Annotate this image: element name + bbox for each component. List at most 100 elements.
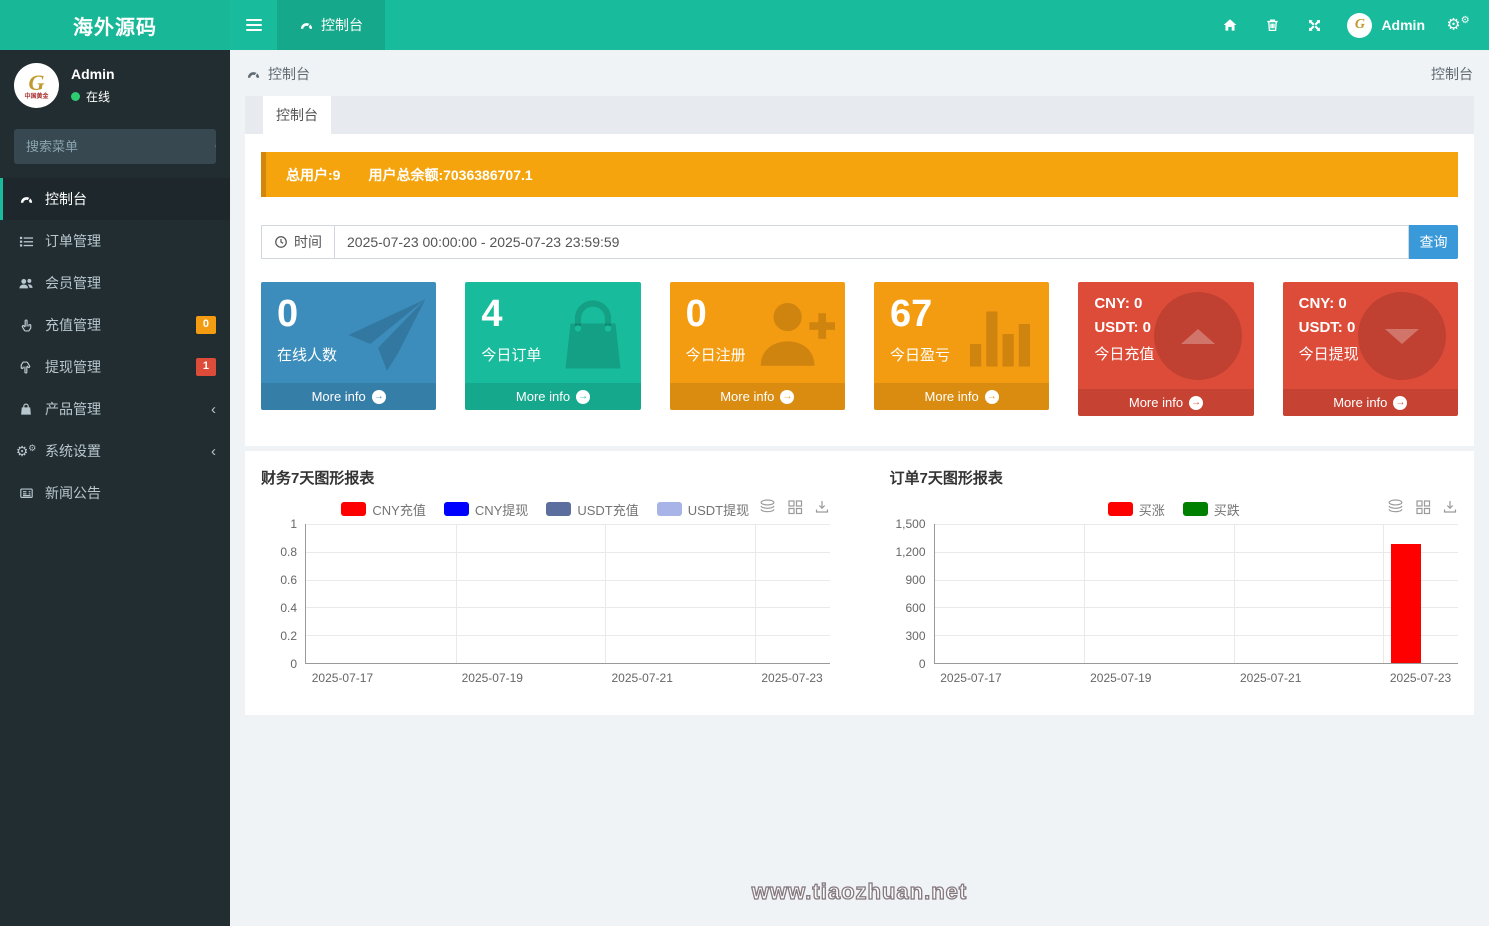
time-filter: 时间 2025-07-23 00:00:00 - 2025-07-23 23:5… xyxy=(261,225,1458,259)
chevron-left-icon: ‹ xyxy=(211,400,216,418)
main-content: 控制台 控制台 控制台 总用户:9 用户总余额:7036386707.1 时间 … xyxy=(230,50,1489,926)
gauge-icon xyxy=(246,67,261,82)
withdrawal-cny: CNY: 0 xyxy=(1298,295,1347,312)
stack-toggle-icon[interactable] xyxy=(1387,498,1404,515)
sidebar-toggle-button[interactable] xyxy=(230,0,277,50)
sidebar: G中国黄金 Admin 在线 控制台 xyxy=(0,50,230,926)
stack-toggle-icon[interactable] xyxy=(759,498,776,515)
more-info-link[interactable]: More info → xyxy=(261,383,437,410)
avatar: G xyxy=(1347,12,1373,38)
more-info-link[interactable]: More info → xyxy=(669,383,845,410)
page-title: 控制台 xyxy=(268,66,310,82)
sidebar-item-members[interactable]: 会员管理 xyxy=(0,262,230,304)
avatar: G 中国黄金 xyxy=(14,63,59,108)
legend-item[interactable]: 买涨 xyxy=(1107,500,1165,519)
sidebar-menu: 控制台 订单管理 会员管理 充值管理 0 提现管理 1 产品管理 ‹ ⚙ ⚙ 系… xyxy=(0,178,230,514)
data-view-icon[interactable] xyxy=(787,498,803,515)
legend-item[interactable]: CNY提现 xyxy=(443,500,528,519)
more-info-link[interactable]: More info → xyxy=(873,383,1050,410)
x-axis-labels: 2025-07-17 2025-07-19 2025-07-21 2025-07… xyxy=(940,671,1452,685)
registrations-count: 0 xyxy=(685,293,707,335)
sidebar-item-orders[interactable]: 订单管理 xyxy=(0,220,230,262)
more-info-link[interactable]: More info → xyxy=(465,383,641,410)
search-button[interactable] xyxy=(214,129,216,164)
arrow-circle-right-icon: → xyxy=(371,389,386,404)
chart-title: 财务7天图形报表 xyxy=(261,470,375,487)
x-axis-labels: 2025-07-17 2025-07-19 2025-07-21 2025-07… xyxy=(311,671,823,685)
more-info-link[interactable]: More info → xyxy=(1282,389,1458,416)
sidebar-item-settings[interactable]: ⚙ ⚙ 系统设置 ‹ xyxy=(0,430,230,472)
legend-item[interactable]: 买跌 xyxy=(1182,500,1240,519)
info-box-today-pnl: 67 今日盈亏 More info → xyxy=(873,282,1050,410)
withdrawal-badge: 1 xyxy=(195,358,216,376)
settings-button[interactable]: ⚙⚙ xyxy=(1441,0,1475,50)
breadcrumb-current: 控制台 xyxy=(1431,66,1473,82)
info-box-today-deposit: CNY: 0 USDT: 0 今日充值 More info → xyxy=(1078,282,1254,416)
legend: 买涨 买跌 xyxy=(890,498,1459,520)
search-input[interactable] xyxy=(14,129,214,164)
breadcrumb: 控制台 控制台 xyxy=(230,50,1489,94)
sidebar-user-panel: G 中国黄金 Admin 在线 xyxy=(0,50,230,121)
trash-icon xyxy=(1265,17,1280,33)
user-menu[interactable]: G Admin xyxy=(1339,12,1433,38)
sidebar-item-products[interactable]: 产品管理 ‹ xyxy=(0,388,230,430)
total-users: 总用户:9 xyxy=(286,166,341,183)
arrow-circle-right-icon: → xyxy=(576,389,591,404)
users-icon xyxy=(18,276,34,291)
arrow-circle-right-icon: → xyxy=(1189,395,1204,410)
hand-down-icon xyxy=(18,360,34,375)
orders-count: 4 xyxy=(481,293,503,335)
deposit-usdt: USDT: 0 xyxy=(1094,319,1151,336)
watermark: www.tiaozhuan.net xyxy=(751,878,968,904)
data-view-icon[interactable] xyxy=(1415,498,1431,515)
clear-cache-button[interactable] xyxy=(1255,0,1289,50)
home-button[interactable] xyxy=(1213,0,1247,50)
gears-icon: ⚙⚙ xyxy=(15,443,37,459)
y-axis-labels: 1 0.8 0.6 0.4 0.2 0 xyxy=(280,517,297,671)
online-count: 0 xyxy=(277,293,299,335)
brand-logo[interactable]: 海外源码 xyxy=(0,0,230,50)
download-icon[interactable] xyxy=(814,498,830,515)
info-boxes: 0 在线人数 More info → 4 今日订单 More info → 0 … xyxy=(261,282,1458,416)
gauge-icon xyxy=(18,192,34,207)
deposit-cny: CNY: 0 xyxy=(1094,295,1143,312)
info-box-today-withdrawal: CNY: 0 USDT: 0 今日提现 More info → xyxy=(1282,282,1458,416)
sidebar-search xyxy=(14,129,216,164)
info-box-online-users: 0 在线人数 More info → xyxy=(261,282,437,410)
more-info-link[interactable]: More info → xyxy=(1078,389,1254,416)
sidebar-item-news[interactable]: 新闻公告 xyxy=(0,472,230,514)
user-name: Admin xyxy=(1381,17,1425,33)
legend-item[interactable]: USDT充值 xyxy=(546,500,639,519)
info-box-today-registrations: 0 今日注册 More info → xyxy=(669,282,845,410)
sidebar-item-dashboard[interactable]: 控制台 xyxy=(0,178,230,220)
nav-tab-dashboard[interactable]: 控制台 xyxy=(277,0,385,50)
header-actions: G Admin ⚙⚙ xyxy=(1213,0,1489,50)
date-range-input[interactable]: 2025-07-23 00:00:00 - 2025-07-23 23:59:5… xyxy=(335,225,1409,259)
query-button[interactable]: 查询 xyxy=(1409,225,1458,259)
tab-dashboard[interactable]: 控制台 xyxy=(263,96,331,134)
arrow-circle-right-icon: → xyxy=(780,389,795,404)
plot-area xyxy=(305,524,830,664)
legend-item[interactable]: CNY充值 xyxy=(341,500,426,519)
expand-icon xyxy=(1302,13,1326,37)
top-nav: 控制台 G Admin ⚙⚙ xyxy=(230,0,1489,50)
top-header: 海外源码 控制台 G Admin ⚙⚙ xyxy=(0,0,1489,50)
sidebar-item-withdrawals[interactable]: 提现管理 1 xyxy=(0,346,230,388)
charts-panel: 财务7天图形报表 CNY充值 CNY提现 USDT充值 USDT提现 1 0.8… xyxy=(245,451,1474,715)
chevron-left-icon: ‹ xyxy=(211,442,216,460)
chart-title: 订单7天图形报表 xyxy=(889,470,1003,487)
search-icon xyxy=(214,140,216,154)
fullscreen-button[interactable] xyxy=(1297,0,1331,50)
sidebar-item-deposits[interactable]: 充值管理 0 xyxy=(0,304,230,346)
list-icon xyxy=(18,234,34,249)
stats-banner: 总用户:9 用户总余额:7036386707.1 xyxy=(261,152,1458,197)
orders-chart: 订单7天图形报表 买涨 买跌 1,500 1,200 900 600 300 0… xyxy=(889,467,1459,691)
gauge-icon xyxy=(299,18,314,33)
dashboard-panel: 总用户:9 用户总余额:7036386707.1 时间 2025-07-23 0… xyxy=(245,134,1474,446)
download-icon[interactable] xyxy=(1442,498,1458,515)
arrow-circle-right-icon: → xyxy=(984,389,999,404)
legend-item[interactable]: USDT提现 xyxy=(656,500,749,519)
legend: CNY充值 CNY提现 USDT充值 USDT提现 xyxy=(261,498,830,520)
total-balance: 用户总余额:7036386707.1 xyxy=(368,166,533,183)
clock-icon xyxy=(274,235,288,249)
